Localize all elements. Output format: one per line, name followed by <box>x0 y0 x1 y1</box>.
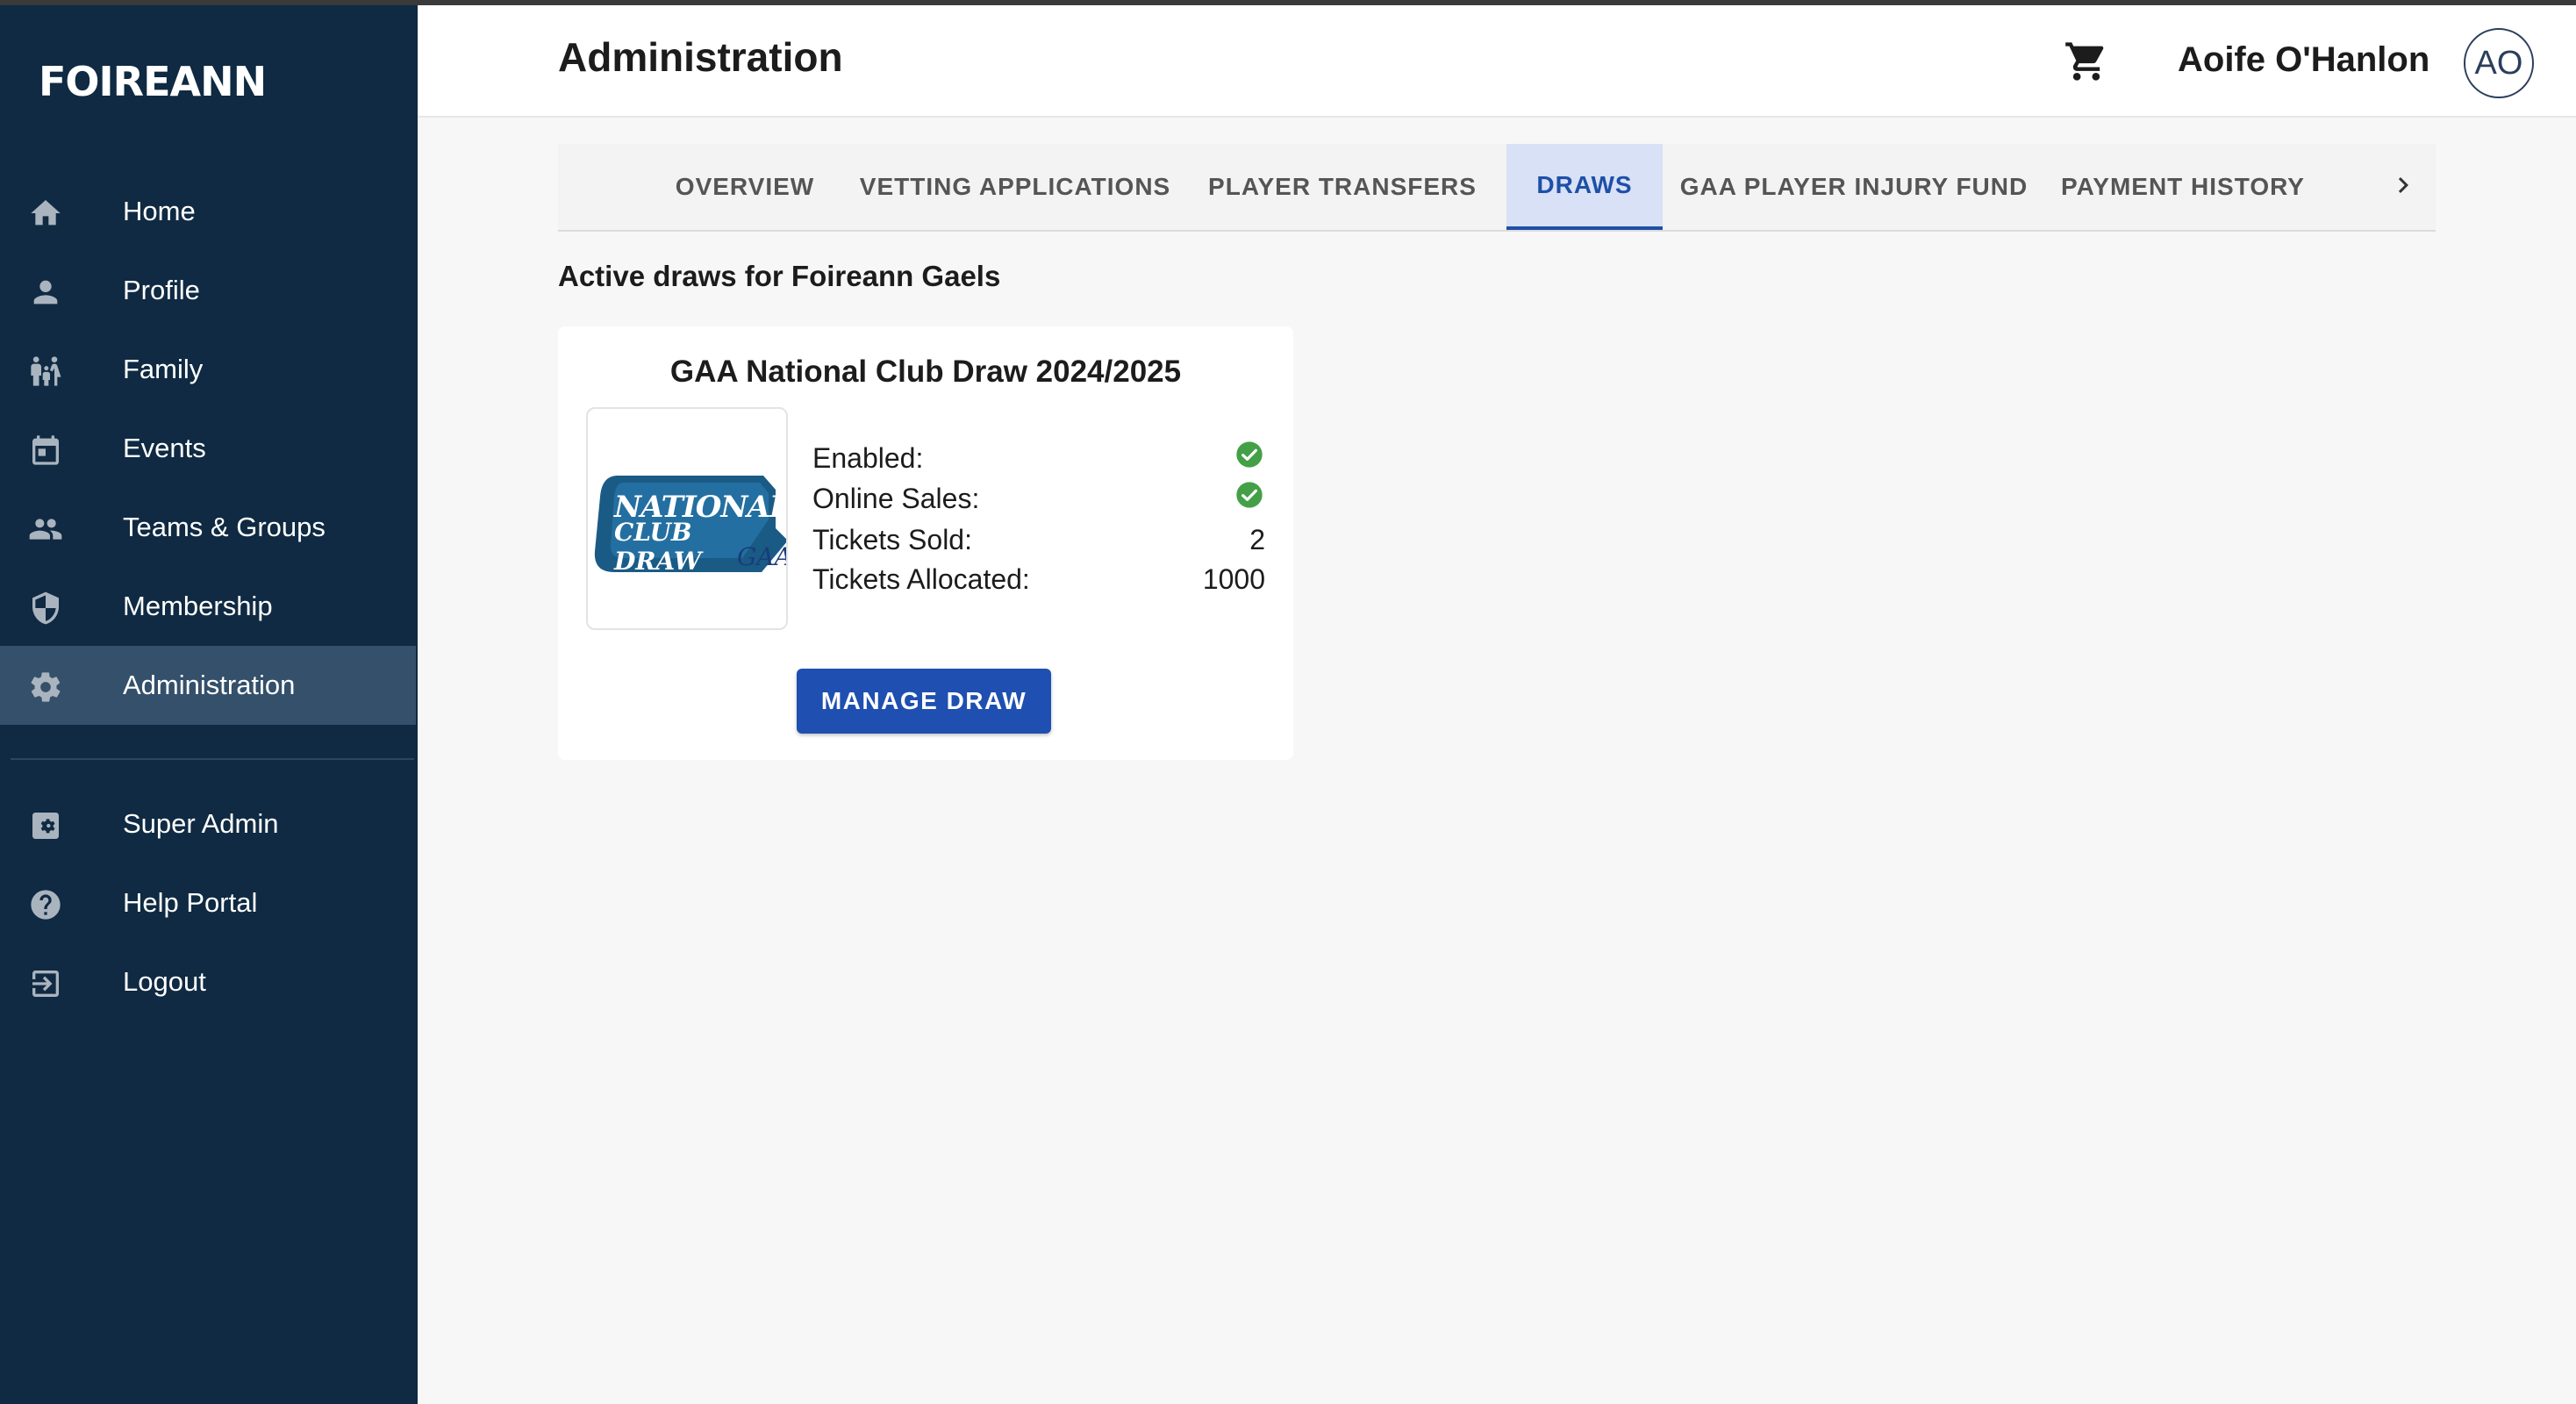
tickets-allocated-value: 1000 <box>1202 563 1265 595</box>
sidebar: FOIREANN Home Profile Family Events Team… <box>0 5 418 1404</box>
sidebar-item-label: Teams & Groups <box>123 512 326 542</box>
tickets-allocated-label: Tickets Allocated: <box>812 563 1030 595</box>
tab-overview[interactable]: OVERVIEW <box>637 144 853 230</box>
tabs-scroll-right-button[interactable] <box>2381 165 2425 209</box>
user-name[interactable]: Aoife O'Hanlon <box>2178 40 2429 80</box>
enabled-label: Enabled: <box>812 442 924 474</box>
sidebar-item-super-admin[interactable]: Super Admin <box>0 784 416 863</box>
top-border <box>0 0 2576 5</box>
cart-icon[interactable] <box>2064 39 2109 84</box>
sidebar-item-label: Profile <box>123 275 200 305</box>
page-title: Administration <box>558 34 843 80</box>
manage-draw-button[interactable]: MANAGE DRAW <box>797 669 1051 734</box>
sidebar-item-label: Logout <box>123 966 206 997</box>
draw-title: GAA National Club Draw 2024/2025 <box>669 355 1182 389</box>
draw-logo: NATIONAL CLUB DRAW GAA <box>586 407 788 630</box>
sidebar-item-administration[interactable]: Administration <box>0 646 416 725</box>
sidebar-item-events[interactable]: Events <box>0 409 416 488</box>
sidebar-item-teams-groups[interactable]: Teams & Groups <box>0 488 416 567</box>
section-title: Active draws for Foireann Gaels <box>558 260 1001 292</box>
sidebar-item-profile[interactable]: Profile <box>0 251 416 330</box>
person-icon <box>26 273 65 312</box>
draw-card: GAA National Club Draw 2024/2025 NATIONA… <box>558 326 1293 760</box>
home-icon <box>26 194 65 233</box>
sidebar-item-label: Administration <box>123 670 296 700</box>
sidebar-item-membership[interactable]: Membership <box>0 567 416 646</box>
sidebar-item-help-portal[interactable]: Help Portal <box>0 863 416 942</box>
sidebar-item-label: Super Admin <box>123 808 279 839</box>
sidebar-item-label: Home <box>123 196 196 226</box>
admin-tabs: OVERVIEW VETTING APPLICATIONS PLAYER TRA… <box>558 144 2436 232</box>
logo-text-gaa: GAA <box>737 542 788 571</box>
avatar[interactable]: AO <box>2464 28 2534 98</box>
app-logo[interactable]: FOIREANN <box>39 58 267 105</box>
top-header: Administration Aoife O'Hanlon AO <box>418 5 2576 118</box>
chevron-right-icon <box>2387 169 2419 205</box>
family-icon <box>26 352 65 390</box>
online-sales-label: Online Sales: <box>812 483 980 514</box>
sidebar-item-logout[interactable]: Logout <box>0 942 416 1021</box>
gear-icon <box>26 668 65 706</box>
check-circle-icon <box>1235 441 1263 469</box>
shield-icon <box>26 589 65 627</box>
calendar-icon <box>26 431 65 469</box>
tab-player-transfers[interactable]: PLAYER TRANSFERS <box>1191 144 1493 230</box>
group-icon <box>26 510 65 548</box>
tab-draws[interactable]: DRAWS <box>1506 144 1663 230</box>
tab-gaa-player-injury-fund[interactable]: GAA PLAYER INJURY FUND <box>1671 144 2037 230</box>
sidebar-item-label: Membership <box>123 591 273 621</box>
help-icon <box>26 885 65 924</box>
sidebar-item-label: Events <box>123 433 206 463</box>
admin-settings-icon <box>26 806 65 845</box>
tab-payment-history[interactable]: PAYMENT HISTORY <box>2044 144 2322 230</box>
sidebar-divider <box>11 758 414 760</box>
sidebar-item-label: Help Portal <box>123 887 258 918</box>
sidebar-item-family[interactable]: Family <box>0 330 416 409</box>
tickets-sold-value: 2 <box>1249 524 1265 555</box>
tab-vetting-applications[interactable]: VETTING APPLICATIONS <box>846 144 1184 230</box>
logout-icon <box>26 964 65 1003</box>
sidebar-item-label: Family <box>123 354 204 384</box>
tickets-sold-label: Tickets Sold: <box>812 524 972 555</box>
sidebar-item-home[interactable]: Home <box>0 172 416 251</box>
check-circle-icon <box>1235 481 1263 509</box>
